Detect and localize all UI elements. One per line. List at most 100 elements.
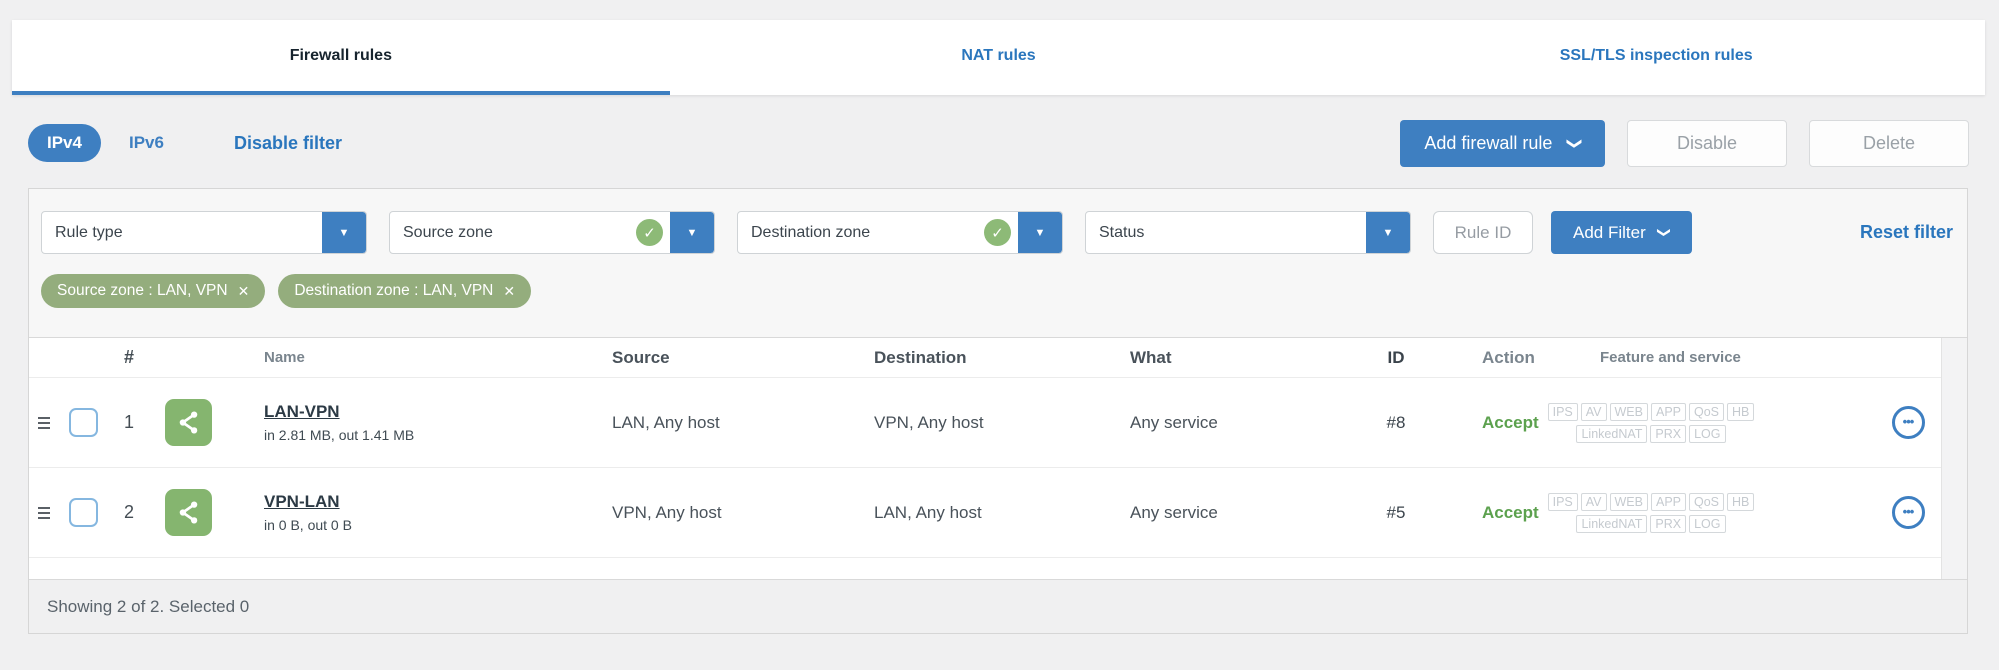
tab-firewall-rules[interactable]: Firewall rules [12,20,670,95]
feature-badge-prx: PRX [1650,424,1687,443]
dropdown-caret-button[interactable]: ▼ [1366,212,1410,253]
firewall-rules-page: Firewall rules NAT rules SSL/TLS inspect… [0,0,1999,670]
caret-down-icon: ▼ [686,226,698,239]
ipv4-toggle[interactable]: IPv4 [28,124,101,162]
header-what: What [1130,347,1172,367]
feature-badge-app: APP [1650,402,1686,421]
header-feature: Feature and service [1600,349,1741,366]
feature-badge-linkednat: LinkedNAT [1576,424,1648,443]
filter-active-check-icon: ✓ [636,219,663,246]
filter-active-check-icon: ✓ [984,219,1011,246]
header-source: Source [612,347,670,367]
rule-name-link[interactable]: VPN-LAN [264,492,340,511]
filter-dropdown-destination-zone[interactable]: Destination zone ✓ ▼ [737,211,1063,254]
feature-badge-web: WEB [1609,492,1648,511]
ipv6-toggle[interactable]: IPv6 [129,133,164,153]
tab-ssl-tls-inspection-rules[interactable]: SSL/TLS inspection rules [1327,20,1985,95]
add-firewall-rule-label: Add firewall rule [1424,132,1553,153]
row-checkbox[interactable] [68,498,98,527]
tab-nat-rules[interactable]: NAT rules [670,20,1328,95]
dropdown-label: Destination zone [751,223,871,241]
chevron-down-icon: ❯ [1566,136,1584,150]
drag-handle-icon[interactable] [38,416,50,429]
dropdown-caret-button[interactable]: ▼ [1018,212,1062,253]
rule-id: #5 [1386,502,1406,522]
filter-dropdown-rule-type[interactable]: Rule type ▼ [41,211,367,254]
rule-what: Any service [1130,502,1218,522]
feature-badges: IPS AV WEB APP QoS HB LinkedNAT PRX LOG [1546,402,1756,443]
header-name: Name [264,349,305,366]
ellipsis-menu-icon[interactable]: ••• [1891,406,1925,439]
dropdown-caret-button[interactable]: ▼ [322,212,366,253]
feature-badge-log: LOG [1689,424,1726,443]
feature-badge-hb: HB [1727,402,1755,421]
row-checkbox[interactable] [68,408,98,437]
feature-badge-ips: IPS [1547,402,1578,421]
rule-source: LAN, Any host [612,412,720,432]
network-share-icon [165,489,212,536]
table-footer: Showing 2 of 2. Selected 0 [29,579,1967,633]
drag-handle-icon[interactable] [38,506,50,519]
header-action: Action [1482,347,1535,367]
rule-destination: LAN, Any host [874,502,982,522]
chevron-down-icon: ❯ [1656,227,1672,238]
disable-filter-link[interactable]: Disable filter [234,133,342,154]
caret-down-icon: ▼ [338,226,350,239]
ellipsis-menu-icon[interactable]: ••• [1891,496,1925,529]
add-firewall-rule-button[interactable]: Add firewall rule ❯ [1400,119,1605,167]
feature-badge-qos: QoS [1689,492,1725,511]
filter-dropdown-source-zone[interactable]: Source zone ✓ ▼ [389,211,715,254]
feature-badge-app: APP [1650,492,1686,511]
chip-remove-icon[interactable]: ✕ [238,283,250,300]
dropdown-caret-button[interactable]: ▼ [670,212,714,253]
feature-badge-web: WEB [1609,402,1648,421]
dropdown-label: Source zone [403,223,493,241]
header-destination: Destination [874,347,967,367]
chip-label: Source zone : LAN, VPN [57,282,228,299]
rules-panel: Rule type ▼ Source zone ✓ ▼ Destination … [28,188,1968,634]
rule-what: Any service [1130,412,1218,432]
filter-chips-row: Source zone : LAN, VPN ✕ Destination zon… [29,254,1967,308]
rule-traffic: in 0 B, out 0 B [264,517,352,533]
dropdown-label: Rule type [55,223,123,241]
feature-badge-ips: IPS [1547,492,1578,511]
chip-label: Destination zone : LAN, VPN [294,282,494,299]
filter-row: Rule type ▼ Source zone ✓ ▼ Destination … [29,189,1967,254]
feature-badge-qos: QoS [1689,402,1725,421]
delete-button[interactable]: Delete [1809,119,1969,167]
network-share-icon [165,399,212,446]
feature-badge-av: AV [1580,492,1607,511]
header-number: # [123,347,134,367]
caret-down-icon: ▼ [1034,226,1046,239]
disable-button[interactable]: Disable [1627,119,1787,167]
scrollbar-track[interactable] [1941,338,1967,579]
rule-action: Accept [1482,502,1539,522]
reset-filter-link[interactable]: Reset filter [1860,222,1955,243]
rules-table: # Name Source Destination What ID Action… [29,337,1967,579]
caret-down-icon: ▼ [1382,226,1394,239]
rule-action: Accept [1482,412,1539,432]
rule-id-input[interactable] [1433,211,1533,254]
footer-summary: Showing 2 of 2. Selected 0 [47,596,250,616]
dropdown-label: Status [1099,223,1145,241]
rule-id: #8 [1386,412,1406,432]
filter-chip-source-zone[interactable]: Source zone : LAN, VPN ✕ [41,274,266,308]
add-filter-button[interactable]: Add Filter ❯ [1551,211,1692,254]
feature-badges: IPS AV WEB APP QoS HB LinkedNAT PRX LOG [1546,492,1756,533]
rule-name-link[interactable]: LAN-VPN [264,402,340,421]
add-filter-label: Add Filter [1573,222,1646,242]
rule-number: 2 [123,502,134,522]
chip-remove-icon[interactable]: ✕ [503,283,515,300]
table-row: 1 LAN-VPN in 2.81 MB, out 1.41 MB LAN, A… [29,378,1967,468]
filter-dropdown-status[interactable]: Status ▼ [1085,211,1411,254]
filter-chip-destination-zone[interactable]: Destination zone : LAN, VPN ✕ [278,274,532,308]
rule-source: VPN, Any host [612,502,722,522]
feature-badge-hb: HB [1727,492,1755,511]
feature-badge-prx: PRX [1650,514,1687,533]
feature-badge-linkednat: LinkedNAT [1576,514,1648,533]
rule-destination: VPN, Any host [874,412,984,432]
table-row: 2 VPN-LAN in 0 B, out 0 B VPN, Any host … [29,468,1967,558]
rule-traffic: in 2.81 MB, out 1.41 MB [264,427,415,443]
feature-badge-av: AV [1580,402,1607,421]
toolbar-buttons: Add firewall rule ❯ Disable Delete [1400,119,1969,167]
